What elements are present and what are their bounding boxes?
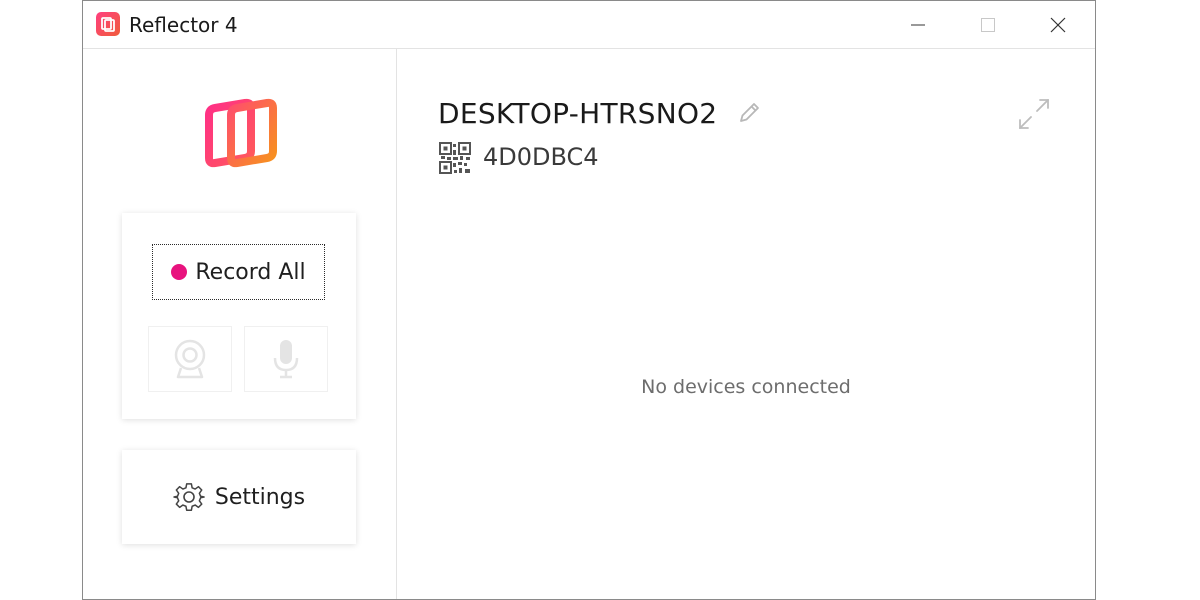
settings-label: Settings <box>214 484 306 510</box>
close-icon <box>1050 17 1066 32</box>
reflector-logo-icon <box>205 98 277 168</box>
app-icon <box>96 12 120 36</box>
empty-state-message: No devices connected <box>641 376 851 398</box>
microphone-icon <box>273 340 299 379</box>
microphone-toggle-button[interactable] <box>244 326 328 392</box>
webcam-icon <box>174 339 206 379</box>
close-button[interactable] <box>1023 1 1093 48</box>
record-dot-icon <box>171 264 188 280</box>
record-all-label: Record All <box>195 259 306 285</box>
settings-button[interactable]: Settings <box>122 450 356 544</box>
main-panel: DESKTOP-HTRSNO2 4D0DBC4 No devices conne… <box>397 49 1095 599</box>
app-window: Reflector 4 Record All Settings DESKTOP-… <box>82 0 1096 600</box>
gear-icon <box>173 483 205 511</box>
record-panel: Record All <box>122 213 356 419</box>
record-all-button[interactable]: Record All <box>152 244 325 300</box>
sidebar: Record All Settings <box>83 49 397 599</box>
pencil-icon[interactable] <box>736 100 762 126</box>
window-title: Reflector 4 <box>129 13 238 37</box>
device-name: DESKTOP-HTRSNO2 <box>438 97 718 130</box>
title-bar[interactable]: Reflector 4 <box>83 1 1095 49</box>
qr-code-icon <box>439 142 471 174</box>
expand-icon[interactable] <box>1017 97 1051 131</box>
minimize-button[interactable] <box>883 1 953 48</box>
maximize-button[interactable] <box>953 1 1023 48</box>
webcam-toggle-button[interactable] <box>148 326 232 392</box>
device-code: 4D0DBC4 <box>483 143 599 171</box>
maximize-icon <box>981 17 995 32</box>
minimize-icon <box>911 24 925 25</box>
